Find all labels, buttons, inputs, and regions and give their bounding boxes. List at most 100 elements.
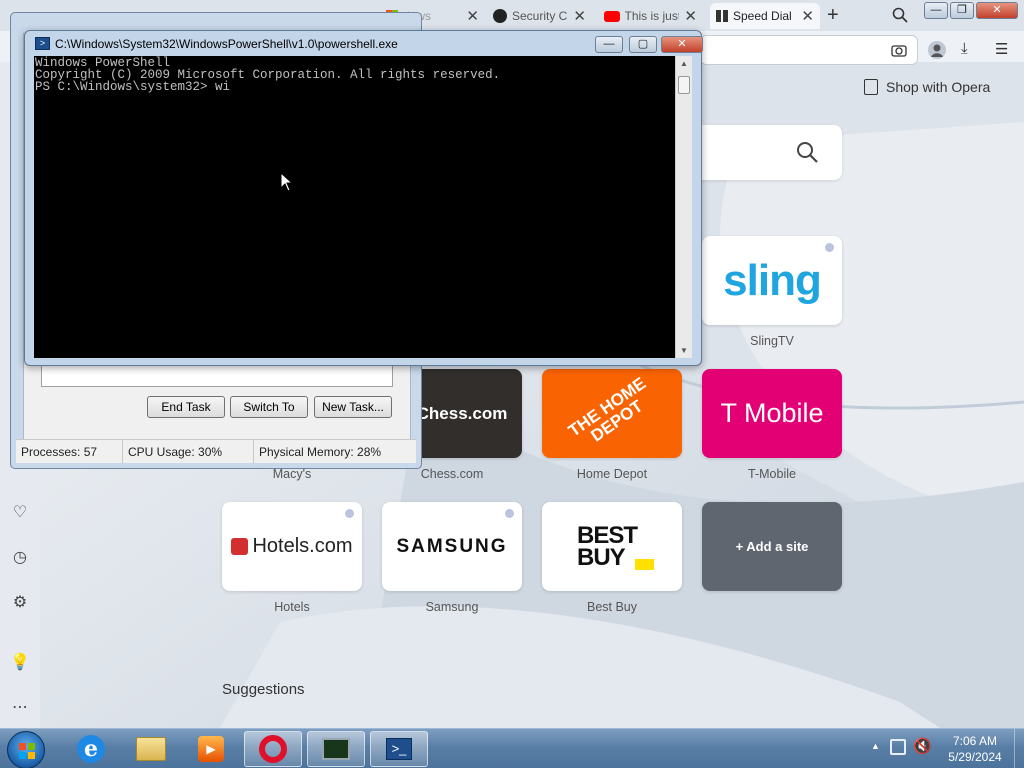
powershell-icon: > (35, 37, 50, 50)
speed-dial-icon (716, 10, 728, 22)
window-title: C:\Windows\System32\WindowsPowerShell\v1… (55, 37, 398, 51)
explorer-folder-icon (136, 737, 166, 761)
taskbar-explorer[interactable] (122, 731, 180, 767)
scroll-down-icon[interactable]: ▼ (680, 346, 688, 355)
show-hidden-icons-icon[interactable]: ▲ (871, 741, 880, 751)
console-output[interactable]: Windows PowerShell Copyright (C) 2009 Mic… (34, 56, 675, 358)
tile-label: SlingTV (750, 334, 794, 348)
tab-label: This is just (624, 9, 680, 23)
mouse-cursor-icon (280, 172, 294, 192)
taskbar-task-manager[interactable] (307, 731, 365, 767)
tile-label: Samsung (425, 600, 479, 614)
taskbar-powershell[interactable]: >_ (370, 731, 428, 767)
tile-slingtv[interactable]: sling (702, 236, 842, 325)
console-prompt-line: PS C:\Windows\system32> wi (35, 80, 231, 94)
end-task-button[interactable]: End Task (147, 396, 225, 418)
volume-muted-icon[interactable]: 🔇 (913, 737, 932, 755)
easy-setup-icon[interactable]: ☰ (995, 40, 1008, 58)
taskbar-ie[interactable]: e (62, 731, 120, 767)
tile-home-depot[interactable]: THE HOME DEPOT (542, 369, 682, 458)
cpu-usage: CPU Usage: 30% (123, 440, 254, 463)
samsung-logo: SAMSUNG (396, 535, 508, 557)
bestbuy-tag-icon (635, 559, 654, 570)
tab-speed-dial[interactable]: Speed Dial ✕ (710, 3, 820, 29)
tile-label: Chess.com (420, 467, 484, 481)
new-tab-button[interactable]: + (827, 4, 839, 27)
tile-label: Best Buy (586, 600, 638, 614)
tab-close-icon[interactable]: ✕ (801, 7, 814, 25)
tab-security[interactable]: Security C ✕ (487, 3, 592, 29)
github-icon (493, 9, 507, 23)
tile-label: Macy's (272, 467, 312, 481)
clock-date: 5/29/2024 (948, 750, 1002, 764)
windows-logo-icon (19, 743, 35, 759)
minimize-browser-button[interactable]: — (924, 2, 948, 19)
powershell-window[interactable]: > C:\Windows\System32\WindowsPowerShell\… (24, 30, 703, 366)
ie-icon: e (77, 735, 105, 763)
sling-logo: sling (723, 255, 822, 305)
tile-samsung[interactable]: SAMSUNG (382, 502, 522, 591)
processes-count: Processes: 57 (16, 440, 123, 463)
search-tabs-icon[interactable] (892, 7, 908, 23)
show-desktop-button[interactable] (1014, 729, 1024, 768)
physical-memory: Physical Memory: 28% (259, 445, 382, 459)
profile-icon[interactable] (928, 41, 946, 59)
clock-time: 7:06 AM (952, 734, 998, 748)
shop-with-opera[interactable]: Shop with Opera (864, 79, 990, 95)
speed-dial-search[interactable] (700, 125, 842, 180)
tab-close-icon[interactable]: ✕ (684, 7, 697, 25)
tile-label: Home Depot (576, 467, 648, 481)
download-icon[interactable]: ⤓ (961, 40, 968, 57)
tab-label: Security C (512, 9, 568, 23)
hotels-logo: Hotels.com (252, 535, 353, 557)
new-task-button[interactable]: New Task... (314, 396, 392, 418)
tab-youtube[interactable]: This is just ✕ (598, 3, 703, 29)
tab-close-icon[interactable]: ✕ (573, 7, 586, 25)
chess-logo: Chess.com (416, 403, 508, 423)
settings-gear-icon[interactable]: ⚙ (9, 592, 31, 614)
shop-label: Shop with Opera (886, 79, 991, 95)
camera-icon[interactable] (891, 43, 907, 57)
restore-browser-button[interactable]: ❐ (950, 2, 974, 19)
tile-best-buy[interactable]: BEST BUY (542, 502, 682, 591)
applications-list[interactable] (41, 366, 393, 387)
network-icon[interactable] (890, 739, 906, 755)
heart-icon[interactable]: ♡ (9, 502, 31, 524)
address-bar[interactable] (700, 35, 918, 65)
taskbar-media-player[interactable]: ▶ (182, 731, 240, 767)
more-icon[interactable]: ⋯ (9, 697, 31, 719)
status-bar: Processes: 57 CPU Usage: 30% Physical Me… (16, 439, 416, 463)
scrollbar-thumb[interactable] (678, 76, 690, 94)
switch-to-button[interactable]: Switch To (230, 396, 308, 418)
tile-hotels[interactable]: Hotels.com (222, 502, 362, 591)
windows-taskbar: e ▶ >_ ▲ 🔇 7:06 AM 5/29/2024 (0, 728, 1024, 768)
shopping-bag-icon (864, 79, 878, 95)
maximize-button[interactable]: ▢ (629, 36, 657, 53)
tile-dot (345, 509, 354, 518)
add-site-label: + Add a site (735, 539, 809, 554)
close-browser-button[interactable]: ✕ (976, 2, 1018, 19)
tile-label: Hotels (274, 600, 310, 614)
media-player-icon: ▶ (198, 736, 224, 762)
lightbulb-icon[interactable]: 💡 (9, 652, 31, 674)
home-depot-logo: THE HOME DEPOT (564, 373, 650, 446)
youtube-icon (604, 10, 620, 22)
suggestions-heading: Suggestions (222, 681, 305, 698)
add-site-button[interactable]: + Add a site (702, 502, 842, 591)
history-clock-icon[interactable]: ◷ (9, 547, 31, 569)
tile-tmobile[interactable]: T Mobile (702, 369, 842, 458)
tile-dot (505, 509, 514, 518)
tab-label: Speed Dial (733, 9, 792, 23)
minimize-button[interactable]: — (595, 36, 623, 53)
taskbar-opera[interactable] (244, 731, 302, 767)
system-clock[interactable]: 7:06 AM 5/29/2024 (940, 733, 1010, 765)
close-button[interactable]: ✕ (661, 36, 703, 53)
vertical-scrollbar[interactable]: ▲ ▼ (675, 56, 692, 358)
scroll-up-icon[interactable]: ▲ (680, 59, 688, 68)
tmobile-logo: T Mobile (720, 398, 824, 428)
start-button[interactable] (7, 731, 45, 768)
task-manager-icon (322, 738, 350, 760)
tab-close-icon[interactable]: ✕ (466, 7, 479, 25)
search-icon[interactable] (796, 141, 818, 163)
hotels-icon (231, 538, 249, 555)
